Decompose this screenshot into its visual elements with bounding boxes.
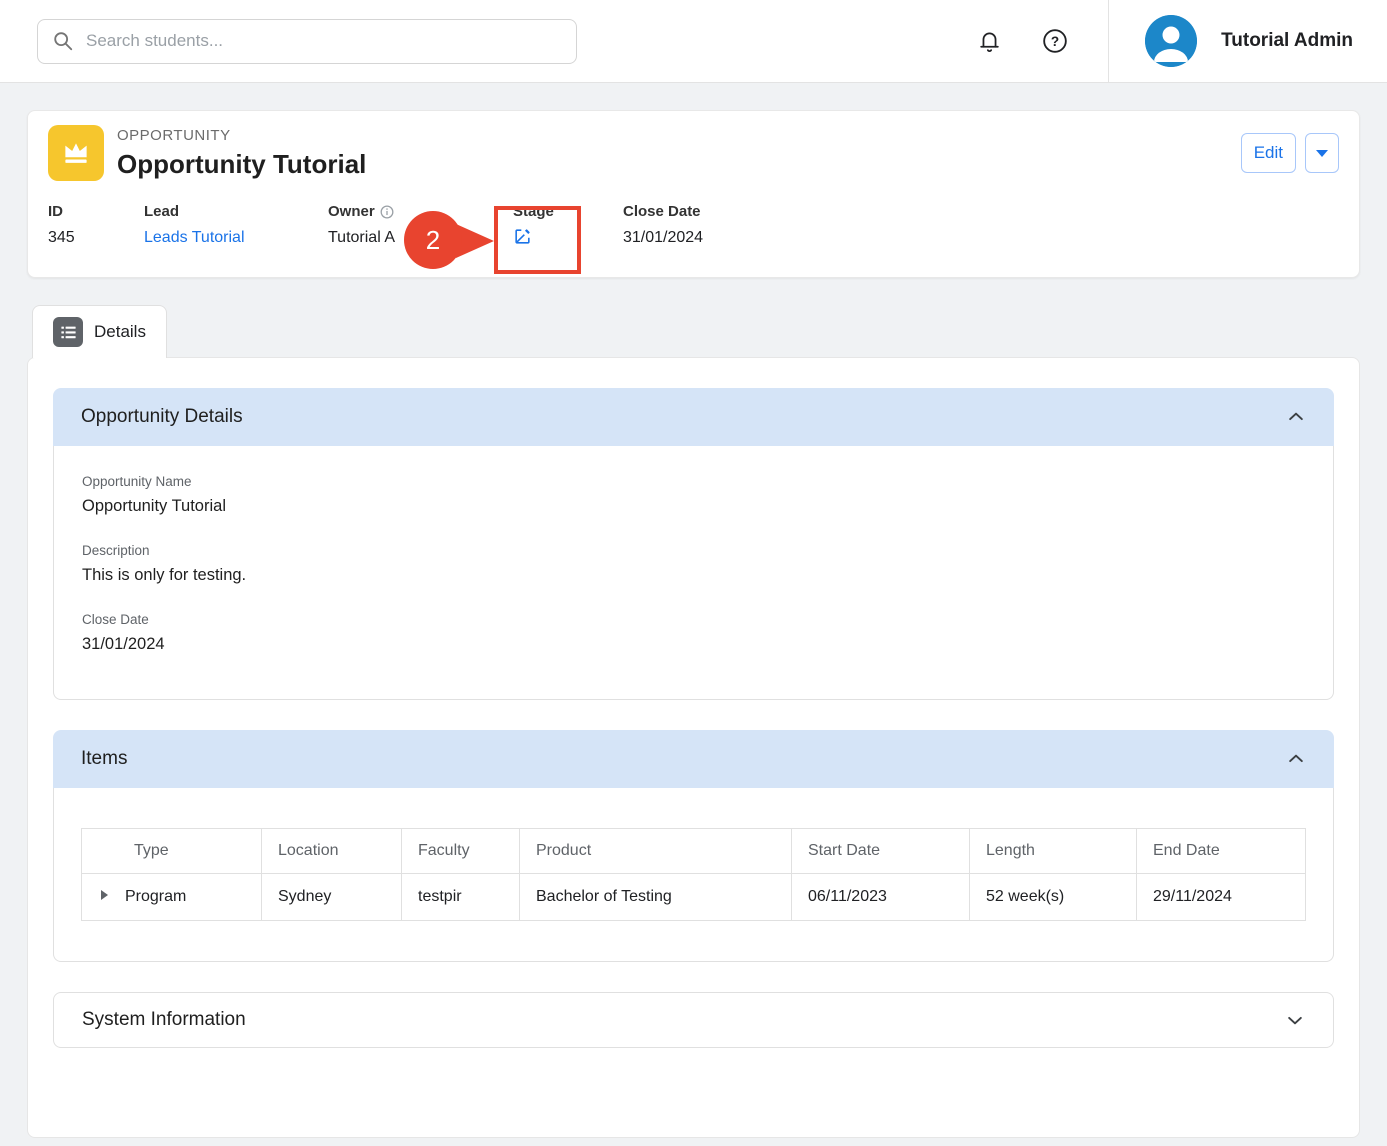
col-product: Product [520, 829, 792, 874]
info-icon [380, 205, 394, 219]
cell-type: Program [82, 874, 262, 921]
section-system-information[interactable]: System Information [53, 992, 1334, 1048]
cell-type-value: Program [125, 888, 186, 905]
detail-opportunity-name-label: Opportunity Name [82, 474, 1305, 489]
cell-location: Sydney [262, 874, 402, 921]
col-end-date: End Date [1137, 829, 1306, 874]
stage-edit-icon[interactable] [513, 227, 532, 251]
help-button[interactable]: ? [1036, 22, 1074, 60]
detail-description: Description This is only for testing. [82, 543, 1305, 585]
tabs-row: Details [27, 305, 1360, 357]
cell-faculty: testpir [402, 874, 520, 921]
notifications-button[interactable] [971, 23, 1008, 60]
items-table: Type Location Faculty Product Start Date… [81, 828, 1306, 921]
svg-text:?: ? [1051, 34, 1059, 49]
section-items: Items Type Location Faculty Product Star… [53, 730, 1334, 962]
entity-label: OPPORTUNITY [117, 127, 366, 144]
cell-product: Bachelor of Testing [520, 874, 792, 921]
search-box[interactable] [37, 19, 577, 64]
detail-description-label: Description [82, 543, 1305, 558]
field-lead-label: Lead [144, 203, 328, 220]
section-opportunity-details: Opportunity Details Opportunity Name Opp… [53, 388, 1334, 700]
detail-opportunity-name: Opportunity Name Opportunity Tutorial [82, 474, 1305, 516]
field-id-value: 345 [48, 229, 144, 247]
details-panel: Opportunity Details Opportunity Name Opp… [27, 357, 1360, 1138]
field-owner-value: Tutorial A [328, 229, 513, 247]
table-row[interactable]: Program Sydney testpir Bachelor of Testi… [82, 874, 1306, 921]
tab-details-label: Details [94, 322, 146, 342]
page-title: Opportunity Tutorial [117, 149, 366, 180]
opportunity-crown-icon [48, 125, 104, 181]
topbar: ? Tutorial Admin [0, 0, 1387, 83]
items-title: Items [81, 748, 127, 770]
more-actions-button[interactable] [1305, 133, 1339, 173]
cell-end-date: 29/11/2024 [1137, 874, 1306, 921]
col-length: Length [970, 829, 1137, 874]
lead-link[interactable]: Leads Tutorial [144, 229, 245, 246]
chevron-down-icon[interactable] [1285, 1010, 1305, 1030]
detail-opportunity-name-value: Opportunity Tutorial [82, 497, 1305, 516]
col-type: Type [82, 829, 262, 874]
col-location: Location [262, 829, 402, 874]
col-faculty: Faculty [402, 829, 520, 874]
details-list-icon [53, 317, 83, 347]
field-stage: Stage [513, 203, 623, 251]
field-id: ID 345 [48, 203, 144, 251]
help-icon: ? [1042, 28, 1068, 54]
field-lead: Lead Leads Tutorial [144, 203, 328, 251]
search-input[interactable] [84, 30, 562, 52]
field-stage-label: Stage [513, 203, 623, 220]
user-name: Tutorial Admin [1221, 30, 1353, 52]
cell-length: 52 week(s) [970, 874, 1137, 921]
topbar-divider [1108, 0, 1109, 83]
field-close-date: Close Date 31/01/2024 [623, 203, 703, 251]
opportunity-details-header[interactable]: Opportunity Details [53, 388, 1334, 446]
items-header[interactable]: Items [53, 730, 1334, 788]
field-close-date-value: 31/01/2024 [623, 229, 703, 247]
avatar[interactable] [1145, 15, 1197, 67]
items-table-header-row: Type Location Faculty Product Start Date… [82, 829, 1306, 874]
opportunity-details-title: Opportunity Details [81, 406, 243, 428]
cell-start-date: 06/11/2023 [792, 874, 970, 921]
record-header-card: OPPORTUNITY Opportunity Tutorial Edit ID… [27, 110, 1360, 278]
field-close-date-label: Close Date [623, 203, 703, 220]
user-icon [1145, 15, 1197, 67]
chevron-up-icon[interactable] [1286, 749, 1306, 769]
chevron-up-icon[interactable] [1286, 407, 1306, 427]
field-owner: Owner Tutorial A [328, 203, 513, 251]
detail-description-value: This is only for testing. [82, 566, 1305, 585]
tab-details[interactable]: Details [32, 305, 167, 358]
search-icon [52, 30, 74, 52]
row-expand-icon[interactable] [101, 890, 108, 900]
field-id-label: ID [48, 203, 144, 220]
system-information-title: System Information [82, 1009, 246, 1031]
field-owner-label: Owner [328, 203, 375, 220]
detail-close-date-label: Close Date [82, 612, 1305, 627]
detail-close-date-value: 31/01/2024 [82, 635, 1305, 654]
bell-icon [977, 29, 1002, 54]
chevron-down-icon [1316, 150, 1328, 157]
detail-close-date: Close Date 31/01/2024 [82, 612, 1305, 654]
col-start-date: Start Date [792, 829, 970, 874]
edit-button[interactable]: Edit [1241, 133, 1296, 173]
